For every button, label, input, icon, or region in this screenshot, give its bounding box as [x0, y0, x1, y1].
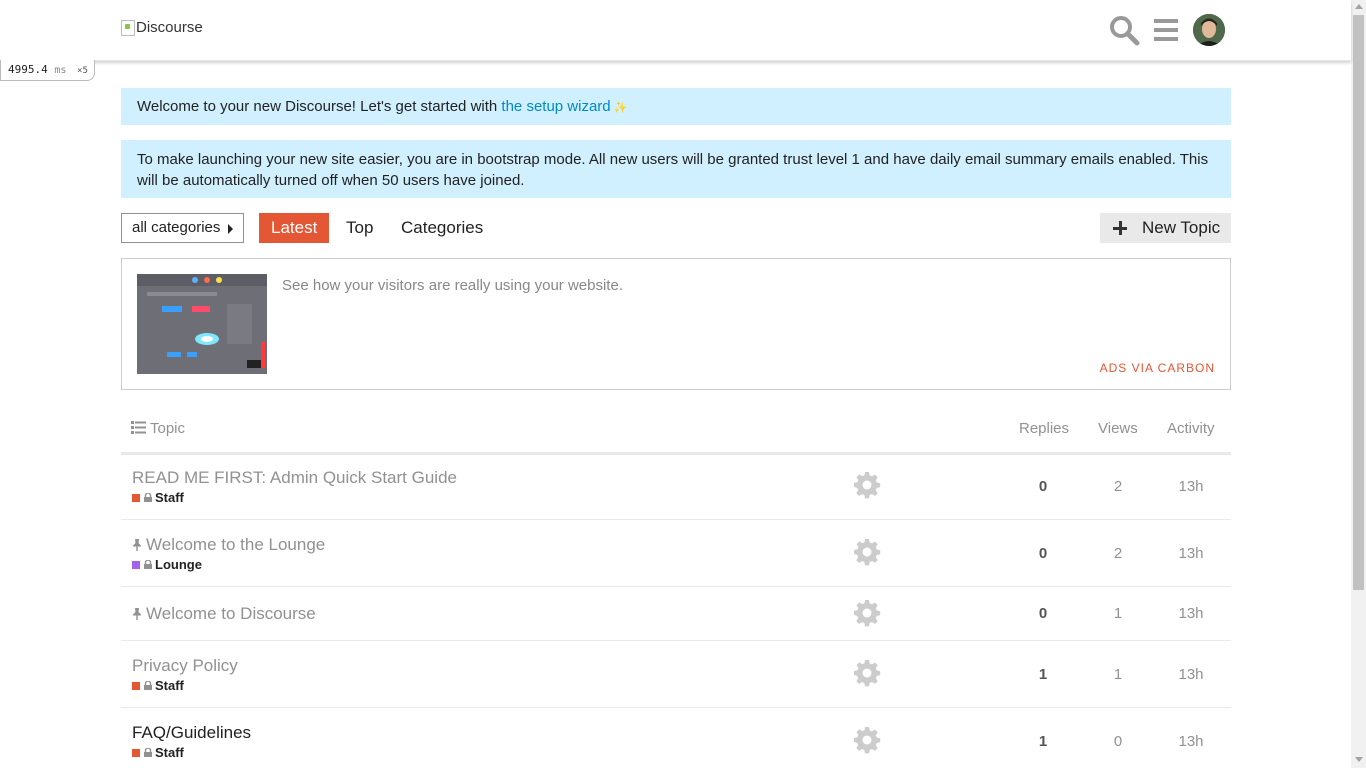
activity-time[interactable]: 13h — [1161, 605, 1221, 622]
replies-count: 0 — [1038, 605, 1048, 622]
scroll-down-arrow-icon[interactable] — [1355, 757, 1363, 762]
caret-right-icon — [228, 224, 233, 234]
category-badge[interactable]: Staff — [132, 490, 184, 505]
site-header: Discourse — [0, 0, 1351, 61]
site-logo[interactable]: Discourse — [121, 19, 203, 36]
ad-heatmap-image[interactable] — [137, 274, 267, 374]
category-badge[interactable]: Lounge — [132, 557, 202, 572]
category-badge[interactable]: Staff — [132, 745, 184, 760]
avatar-image — [1193, 14, 1225, 46]
topic-title-text: Welcome to the Lounge — [146, 535, 326, 554]
tab-latest[interactable]: Latest — [259, 213, 330, 243]
header-views[interactable]: Views — [1098, 420, 1138, 437]
pin-icon — [133, 539, 141, 551]
replies-count: 1 — [1038, 733, 1048, 750]
header-activity[interactable]: Activity — [1167, 420, 1215, 437]
views-count: 1 — [1113, 605, 1123, 622]
category-color-square — [132, 560, 140, 569]
header-replies[interactable]: Replies — [1019, 420, 1069, 437]
new-topic-label: New Topic — [1142, 218, 1221, 237]
pin-icon — [133, 608, 141, 620]
logo-alt-text: Discourse — [136, 19, 203, 36]
replies-count: 0 — [1038, 478, 1048, 495]
topic-title-link[interactable]: READ ME FIRST: Admin Quick Start Guide — [132, 468, 457, 488]
setup-wizard-link[interactable]: the setup wizard — [501, 98, 610, 115]
gear-icon[interactable] — [853, 599, 881, 627]
profiler-timing-badge[interactable]: 4995.4 ms ×5 — [0, 60, 95, 81]
topic-title-link[interactable]: Privacy Policy — [132, 656, 238, 676]
topic-title-text: Welcome to Discourse — [146, 604, 316, 623]
bootstrap-text: To make launching your new site easier, … — [137, 151, 1209, 189]
topic-row[interactable]: Welcome to Discourse 0 1 13h — [121, 587, 1231, 641]
hamburger-menu-icon[interactable] — [1150, 14, 1182, 46]
welcome-text: Welcome to your new Discourse! Let's get… — [137, 98, 502, 115]
lock-icon — [144, 560, 152, 569]
topic-title-link[interactable]: Welcome to the Lounge — [132, 535, 325, 555]
category-dropdown[interactable]: all categories — [121, 213, 244, 243]
header-topic[interactable]: Topic — [150, 420, 185, 437]
user-avatar[interactable] — [1193, 14, 1225, 46]
gear-icon[interactable] — [853, 538, 881, 566]
topic-row[interactable]: FAQ/Guidelines Staff 1 0 13h — [121, 708, 1231, 768]
category-dropdown-label: all categories — [132, 219, 221, 236]
lock-icon — [144, 748, 152, 757]
tab-categories[interactable]: Categories — [389, 213, 495, 243]
welcome-notice: Welcome to your new Discourse! Let's get… — [121, 88, 1231, 125]
page-scrollbar[interactable] — [1351, 0, 1366, 768]
sparkle-icon: ✨ — [613, 102, 628, 114]
new-topic-button[interactable]: New Topic — [1100, 213, 1231, 243]
scroll-up-arrow-icon[interactable] — [1355, 4, 1363, 9]
category-color-square — [132, 681, 140, 690]
timing-unit: ms — [54, 65, 67, 76]
gear-icon[interactable] — [853, 659, 881, 687]
views-count: 1 — [1113, 666, 1123, 683]
tab-top[interactable]: Top — [334, 213, 385, 243]
category-badge[interactable]: Staff — [132, 678, 184, 693]
category-name: Lounge — [155, 557, 202, 572]
activity-time[interactable]: 13h — [1161, 545, 1221, 562]
bootstrap-notice: To make launching your new site easier, … — [121, 140, 1231, 198]
views-count: 2 — [1113, 545, 1123, 562]
gear-icon[interactable] — [853, 726, 881, 754]
category-color-square — [132, 493, 140, 502]
topic-row[interactable]: Welcome to the Lounge Lounge 0 2 13h — [121, 520, 1231, 587]
activity-time[interactable]: 13h — [1161, 733, 1221, 750]
topic-row[interactable]: Privacy Policy Staff 1 1 13h — [121, 641, 1231, 708]
topic-list-header: Topic Replies Views Activity — [121, 412, 1231, 455]
views-count: 2 — [1113, 478, 1123, 495]
category-color-square — [132, 748, 140, 757]
activity-time[interactable]: 13h — [1161, 666, 1221, 683]
timing-count: ×5 — [77, 66, 88, 76]
replies-count: 0 — [1038, 545, 1048, 562]
lock-icon — [144, 681, 152, 690]
carbon-ad[interactable]: See how your visitors are really using y… — [121, 258, 1231, 390]
views-count: 0 — [1113, 733, 1123, 750]
ads-via-carbon-link[interactable]: ADS VIA CARBON — [1100, 361, 1215, 375]
category-name: Staff — [155, 490, 184, 505]
activity-time[interactable]: 13h — [1161, 478, 1221, 495]
topic-title-link[interactable]: Welcome to Discourse — [132, 604, 316, 624]
timing-value: 4995.4 — [8, 63, 48, 76]
ad-text[interactable]: See how your visitors are really using y… — [282, 277, 623, 294]
lock-icon — [144, 493, 152, 502]
topic-title-link[interactable]: FAQ/Guidelines — [132, 723, 251, 743]
topic-row[interactable]: READ ME FIRST: Admin Quick Start Guide S… — [121, 453, 1231, 520]
replies-count: 1 — [1038, 666, 1048, 683]
plus-icon — [1113, 221, 1127, 235]
list-icon — [131, 421, 146, 434]
gear-icon[interactable] — [853, 471, 881, 499]
broken-image-icon — [121, 19, 135, 36]
scrollbar-thumb[interactable] — [1353, 15, 1364, 590]
search-icon[interactable] — [1108, 14, 1140, 46]
category-name: Staff — [155, 678, 184, 693]
category-name: Staff — [155, 745, 184, 760]
